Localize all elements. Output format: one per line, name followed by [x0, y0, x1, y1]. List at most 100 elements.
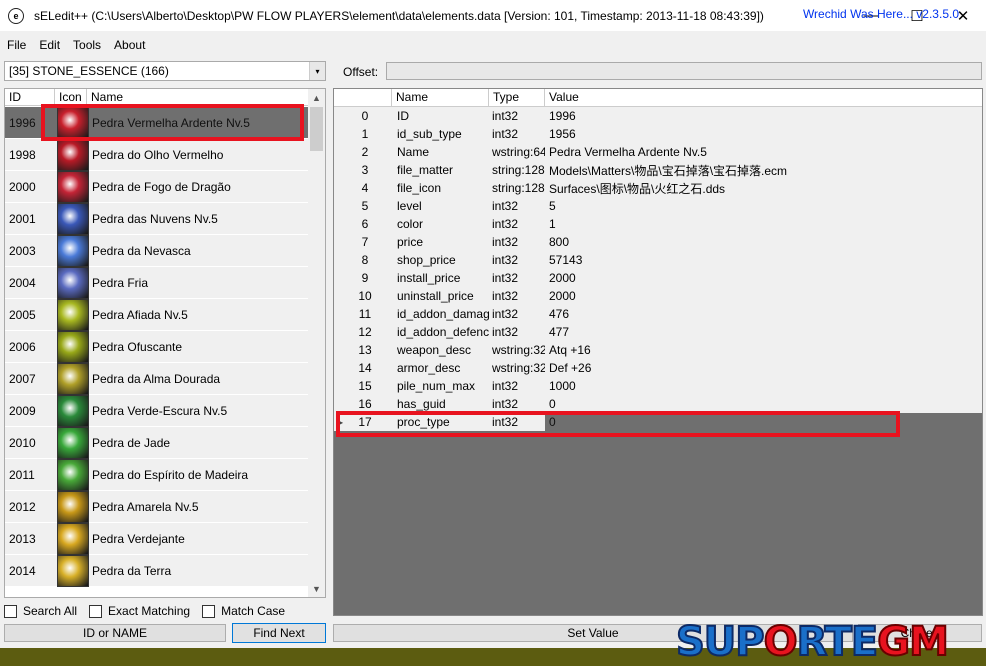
list-item-id: 2006 [9, 339, 36, 354]
list-item[interactable]: 2000 Pedra de Fogo de Dragão [5, 170, 309, 203]
find-next-button[interactable]: Find Next [232, 623, 326, 643]
list-item-id: 2009 [9, 403, 36, 418]
list-item[interactable]: 2004 Pedra Fria [5, 266, 309, 299]
list-item-name: Pedra da Alma Dourada [92, 371, 221, 386]
item-list-scrollbar[interactable]: ▲ ▼ [308, 89, 325, 597]
watermark-part: O [763, 618, 799, 666]
field-type: int32 [492, 199, 519, 213]
checkbox-box[interactable] [202, 604, 216, 618]
field-name: id_addon_damage [397, 307, 489, 321]
list-item-id: 2012 [9, 499, 36, 514]
exact-matching-checkbox[interactable]: Exact Matching [89, 604, 190, 618]
list-item-id: 2000 [9, 179, 36, 194]
field-value[interactable]: 57143 [545, 253, 982, 267]
scroll-down-icon[interactable]: ▼ [308, 580, 325, 597]
item-list[interactable]: ID Icon Name 1996 Pedra Vermelha Ardente … [4, 88, 326, 598]
table-row[interactable]: 2 Name wstring:64 Pedra Vermelha Ardente Nv… [334, 143, 982, 161]
field-type: int32 [492, 109, 519, 123]
menu-about[interactable]: About [107, 38, 151, 52]
list-selector[interactable]: [35] STONE_ESSENCE (166) ▾ [4, 61, 326, 81]
field-index: 8 [361, 253, 369, 267]
list-item-id: 2001 [9, 211, 36, 226]
field-value[interactable]: Def +26 [545, 361, 982, 375]
field-value[interactable]: 5 [545, 199, 982, 213]
list-item[interactable]: 2001 Pedra das Nuvens Nv.5 [5, 202, 309, 235]
list-item[interactable]: 2009 Pedra Verde-Escura Nv.5 [5, 394, 309, 427]
field-grid[interactable]: Name Type Value 0 ID int32 1996 1 id_sub_type… [333, 88, 983, 616]
list-item[interactable]: 2003 Pedra da Nevasca [5, 234, 309, 267]
checkbox-box[interactable] [4, 604, 17, 618]
field-name: price [397, 235, 424, 249]
match-case-checkbox[interactable]: Match Case [202, 604, 285, 618]
field-name: id_sub_type [397, 127, 462, 141]
column-header-name[interactable]: Name [392, 89, 489, 106]
list-item[interactable]: 2007 Pedra da Alma Dourada [5, 362, 309, 395]
table-row[interactable]: 3 file_matter string:128 Models\Matters\物品\… [334, 161, 982, 179]
column-header-value[interactable]: Value [545, 89, 982, 106]
field-value[interactable]: 1 [545, 217, 982, 231]
watermark-part: GM [876, 618, 950, 666]
table-row[interactable]: 10 uninstall_price int32 2000 [334, 287, 982, 305]
field-index: 16 [358, 397, 372, 411]
column-header-icon[interactable]: Icon [55, 89, 87, 105]
checkbox-box[interactable] [89, 604, 103, 618]
search-all-label: Search All [23, 604, 78, 618]
table-row[interactable]: 0 ID int32 1996 [334, 107, 982, 125]
chevron-down-icon[interactable]: ▾ [309, 62, 325, 80]
field-index: 14 [358, 361, 372, 375]
column-header-id[interactable]: ID [5, 89, 55, 105]
menu-tools[interactable]: Tools [66, 38, 107, 52]
offset-input[interactable] [386, 62, 982, 80]
table-row[interactable]: 12 id_addon_defence int32 477 [334, 323, 982, 341]
field-value[interactable]: Atq +16 [545, 343, 982, 357]
field-name: weapon_desc [397, 343, 472, 357]
field-type: int32 [492, 307, 519, 321]
table-row[interactable]: 9 install_price int32 2000 [334, 269, 982, 287]
field-value[interactable]: 476 [545, 307, 982, 321]
gem-icon [57, 394, 89, 427]
list-item[interactable]: 2014 Pedra da Terra [5, 554, 309, 587]
search-input[interactable]: ID or NAME [4, 624, 226, 642]
list-item[interactable]: 2011 Pedra do Espírito de Madeira [5, 458, 309, 491]
list-item[interactable]: 2010 Pedra de Jade [5, 426, 309, 459]
field-value[interactable]: Models\Matters\物品\宝石掉落\宝石掉落.ecm [545, 162, 982, 179]
field-value[interactable]: 1956 [545, 127, 982, 141]
table-row[interactable]: 4 file_icon string:128 Surfaces\图标\物品\火红之石.… [334, 179, 982, 197]
field-name: shop_price [397, 253, 456, 267]
table-row[interactable]: 13 weapon_desc wstring:32 Atq +16 [334, 341, 982, 359]
field-value[interactable]: 1000 [545, 379, 982, 393]
field-value[interactable]: 2000 [545, 271, 982, 285]
list-item[interactable]: 2012 Pedra Amarela Nv.5 [5, 490, 309, 523]
menu-file[interactable]: File [0, 38, 32, 52]
table-row[interactable]: 7 price int32 800 [334, 233, 982, 251]
table-row[interactable]: 11 id_addon_damage int32 476 [334, 305, 982, 323]
scroll-up-icon[interactable]: ▲ [308, 89, 325, 106]
table-row[interactable]: 1 id_sub_type int32 1956 [334, 125, 982, 143]
list-item[interactable]: 2005 Pedra Afiada Nv.5 [5, 298, 309, 331]
field-name: level [397, 199, 422, 213]
list-item[interactable]: 2013 Pedra Verdejante [5, 522, 309, 555]
table-row[interactable]: 5 level int32 5 [334, 197, 982, 215]
field-value[interactable]: 2000 [545, 289, 982, 303]
list-item-name: Pedra de Fogo de Dragão [92, 179, 231, 194]
field-value[interactable]: 0 [545, 397, 982, 411]
search-all-checkbox[interactable]: Search All [4, 604, 77, 618]
list-item-name: Pedra Amarela Nv.5 [92, 499, 199, 514]
table-row[interactable]: 14 armor_desc wstring:32 Def +26 [334, 359, 982, 377]
table-row[interactable]: 6 color int32 1 [334, 215, 982, 233]
menu-edit[interactable]: Edit [32, 38, 66, 52]
list-item[interactable]: 1998 Pedra do Olho Vermelho [5, 138, 309, 171]
field-value[interactable]: 477 [545, 325, 982, 339]
scrollbar-thumb[interactable] [310, 107, 323, 151]
version-link[interactable]: Wrechid Was Here... v2.3.5.0 [803, 7, 959, 21]
column-header-name[interactable]: Name [87, 89, 310, 105]
field-value[interactable]: Surfaces\图标\物品\火红之石.dds [545, 180, 982, 197]
table-row[interactable]: 15 pile_num_max int32 1000 [334, 377, 982, 395]
list-item[interactable]: 2006 Pedra Ofuscante [5, 330, 309, 363]
field-name: color [397, 217, 424, 231]
field-value[interactable]: Pedra Vermelha Ardente Nv.5 [545, 145, 982, 159]
table-row[interactable]: 8 shop_price int32 57143 [334, 251, 982, 269]
field-value[interactable]: 1996 [545, 109, 982, 123]
field-value[interactable]: 800 [545, 235, 982, 249]
column-header-type[interactable]: Type [489, 89, 545, 106]
